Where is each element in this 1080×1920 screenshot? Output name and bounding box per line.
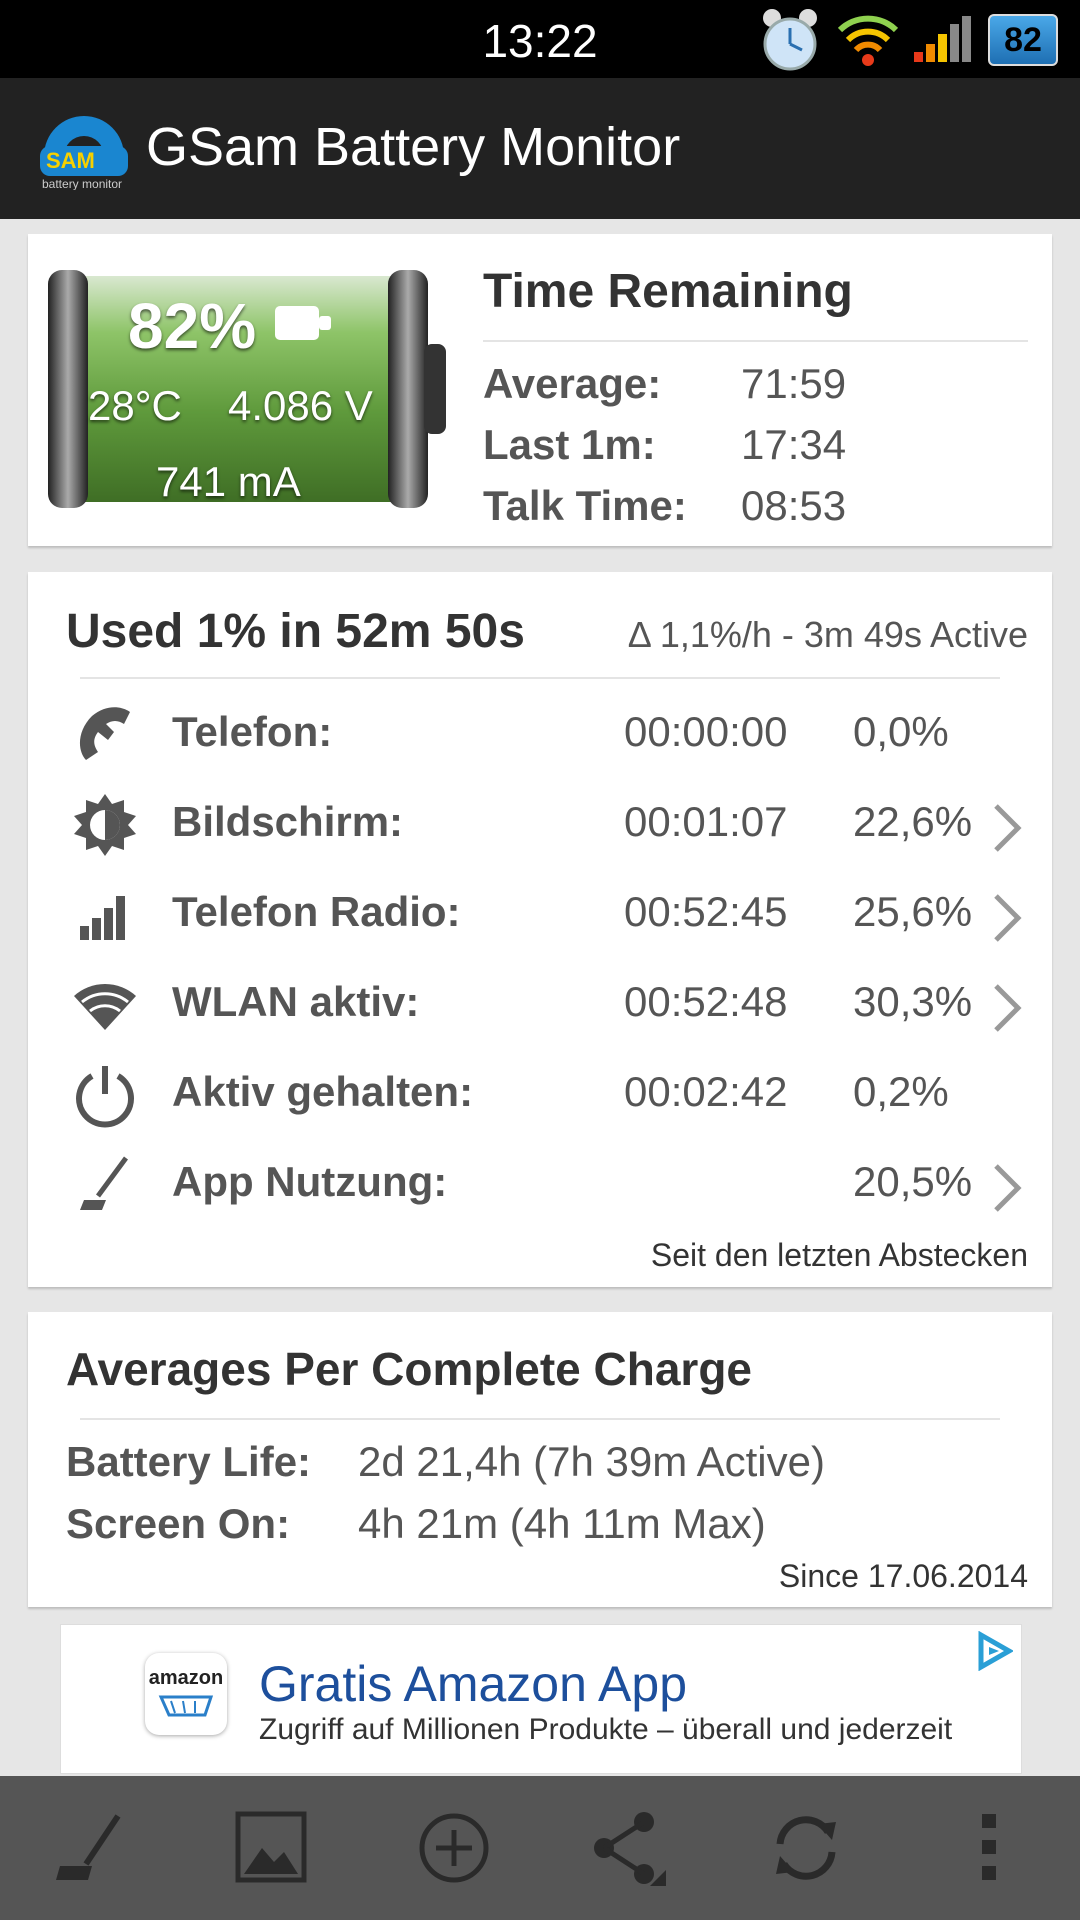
overflow-menu-icon[interactable] [950, 1808, 1030, 1888]
row-duration: 00:52:48 [624, 978, 788, 1025]
usage-row-wlan[interactable]: WLAN aktiv: 00:52:48 30,3% [28, 960, 1052, 1050]
shopping-cart-icon [158, 1695, 214, 1717]
usage-card: Used 1% in 52m 50s Δ 1,1%/h - 3m 49s Act… [28, 572, 1052, 1287]
battery-current: 741 mA [156, 458, 301, 505]
phone-icon [79, 707, 130, 760]
alarm-clock-icon [763, 9, 817, 71]
chevron-right-icon [994, 894, 1022, 942]
share-icon[interactable] [588, 1808, 668, 1888]
bottom-toolbar [0, 1776, 1080, 1920]
usage-since-label: Seit den letzten Abstecken [650, 1237, 1028, 1273]
app-logo-icon: SAM battery monitor [40, 116, 128, 190]
usage-title: Used 1% in 52m 50s [66, 605, 525, 658]
row-value: 08:53 [741, 482, 847, 529]
row-label: Screen On: [66, 1500, 291, 1547]
row-value: 71:59 [741, 360, 847, 407]
refresh-icon[interactable] [766, 1808, 846, 1888]
row-value: 17:34 [741, 421, 847, 468]
divider [80, 677, 1000, 679]
image-icon[interactable] [232, 1808, 312, 1888]
signal-bars-icon [80, 896, 125, 940]
row-percent: 0,2% [853, 1068, 949, 1115]
chevron-right-icon [994, 1164, 1022, 1212]
divider [80, 1418, 1000, 1420]
screen-brightness-icon [74, 794, 136, 856]
wifi-icon [837, 15, 899, 66]
row-label: Telefon: [172, 708, 333, 755]
row-label: Battery Life: [66, 1438, 312, 1485]
row-percent: 0,0% [853, 708, 949, 755]
charging-plug-icon [275, 306, 331, 340]
app-usage-icon[interactable] [52, 1808, 132, 1888]
ad-subtitle: Zugriff auf Millionen Produkte – überall… [259, 1713, 953, 1746]
row-label: Last 1m: [483, 421, 656, 468]
chevron-right-icon [994, 804, 1022, 852]
signal-icon [914, 16, 971, 62]
status-bar: 13:22 82 [0, 0, 1080, 78]
row-duration: 00:01:07 [624, 798, 788, 845]
usage-row-aktiv-gehalten: Aktiv gehalten: 00:02:42 0,2% [28, 1050, 1052, 1140]
row-duration: 00:00:00 [624, 708, 788, 755]
averages-card: Averages Per Complete Charge Battery Lif… [28, 1312, 1052, 1607]
logo-text: SAM [46, 148, 95, 173]
app-title: GSam Battery Monitor [146, 117, 681, 177]
row-label: Telefon Radio: [172, 888, 461, 935]
ad-title: Gratis Amazon App [259, 1656, 688, 1712]
usage-row-telefon-radio[interactable]: Telefon Radio: 00:52:45 25,6% [28, 870, 1052, 960]
usage-delta: Δ 1,1%/h - 3m 49s Active [627, 614, 1028, 655]
row-label: Bildschirm: [172, 798, 404, 845]
averages-title: Averages Per Complete Charge [66, 1343, 753, 1395]
time-remaining-title: Time Remaining [483, 265, 853, 318]
action-bar: SAM battery monitor GSam Battery Monitor [0, 78, 1080, 219]
ad-banner[interactable]: amazon Gratis Amazon App Zugriff auf Mil… [60, 1624, 1022, 1774]
amazon-logo: amazon [145, 1653, 227, 1735]
battery-voltage: 4.086 V [228, 382, 373, 429]
averages-since-label: Since 17.06.2014 [778, 1558, 1028, 1594]
chevron-right-icon [994, 984, 1022, 1032]
row-label: Average: [483, 360, 662, 407]
row-label: WLAN aktiv: [172, 978, 420, 1025]
row-percent: 30,3% [853, 978, 973, 1025]
row-label: Aktiv gehalten: [172, 1068, 474, 1115]
wifi-icon [74, 983, 136, 1030]
row-duration: 00:52:45 [624, 888, 788, 935]
battery-percent: 82% [128, 290, 257, 362]
usage-row-telefon: Telefon: 00:00:00 0,0% [28, 690, 1052, 780]
battery-temperature: 28°C [88, 382, 182, 429]
usage-row-bildschirm[interactable]: Bildschirm: 00:01:07 22,6% [28, 780, 1052, 870]
power-icon [76, 1066, 134, 1128]
usage-row-app-nutzung[interactable]: App Nutzung: 20,5% [28, 1140, 1052, 1230]
row-label: App Nutzung: [172, 1158, 448, 1205]
battery-level-badge: 82 [988, 14, 1058, 66]
ad-logo-text: amazon [148, 1667, 224, 1689]
add-circle-icon[interactable] [414, 1808, 494, 1888]
row-percent: 25,6% [853, 888, 973, 935]
row-value: 4h 21m (4h 11m Max) [358, 1500, 766, 1547]
battery-status-card: 82% 28°C 4.086 V 741 mA Time Remaining A… [28, 234, 1052, 546]
app-usage-icon [80, 1156, 129, 1210]
row-duration: 00:02:42 [624, 1068, 788, 1115]
logo-subtext: battery monitor [42, 177, 122, 190]
divider [483, 340, 1028, 342]
row-label: Talk Time: [483, 482, 687, 529]
row-percent: 20,5% [853, 1158, 973, 1205]
row-percent: 22,6% [853, 798, 973, 845]
adchoices-icon[interactable] [973, 1631, 1013, 1671]
row-value: 2d 21,4h (7h 39m Active) [358, 1438, 825, 1485]
